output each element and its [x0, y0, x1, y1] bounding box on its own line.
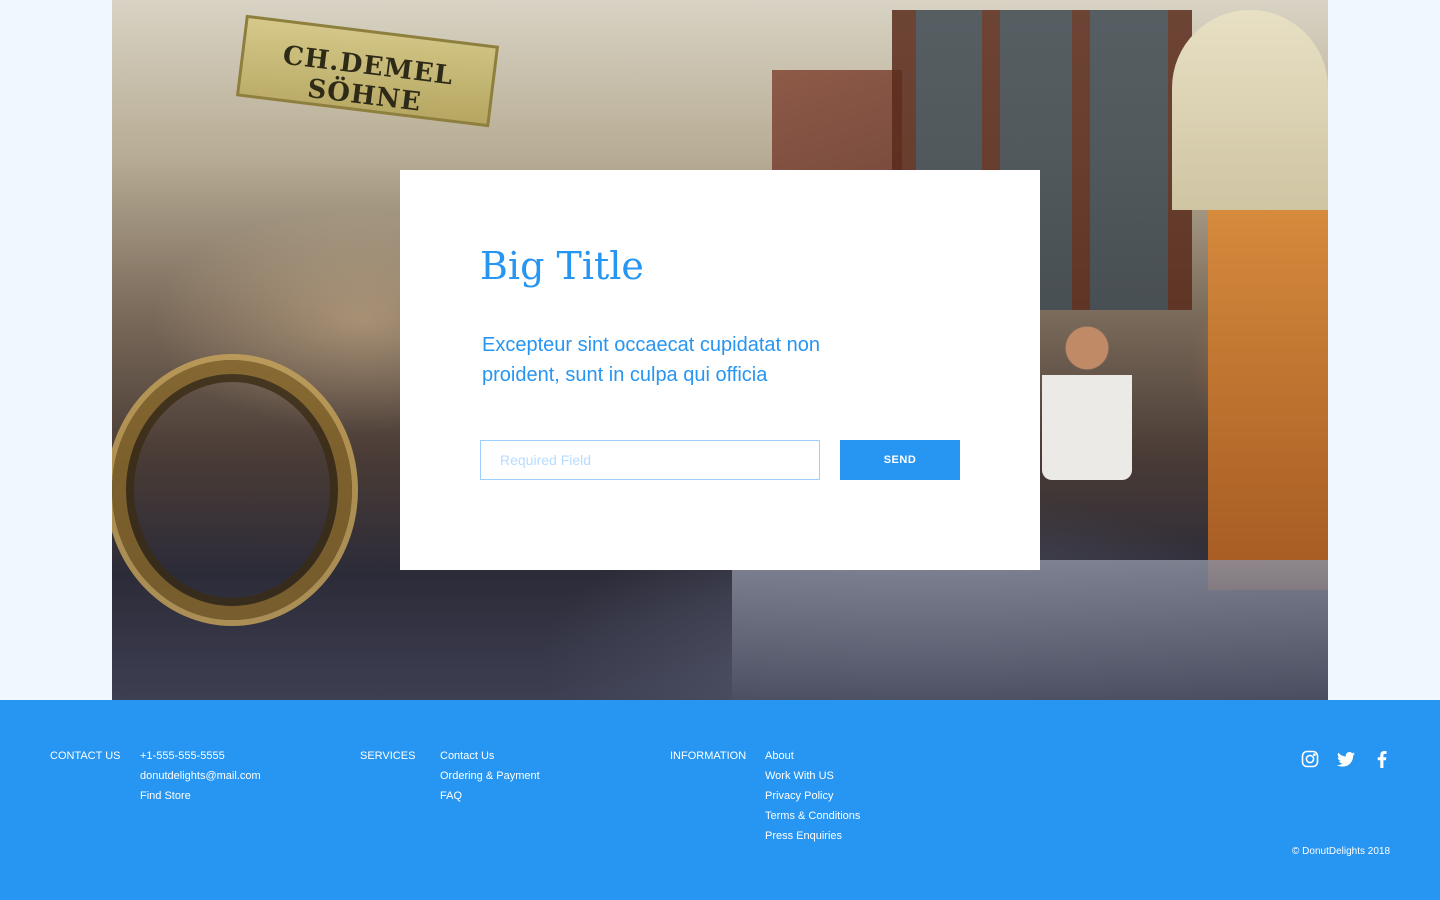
- shop-sign: CH.DEMEL SÖHNE: [235, 14, 500, 128]
- footer-heading-contact: CONTACT US: [50, 750, 121, 762]
- card-title: Big Title: [480, 244, 644, 288]
- footer-link-ordering-payment[interactable]: Ordering & Payment: [440, 770, 540, 790]
- signup-card: Big Title Excepteur sint occaecat cupida…: [400, 170, 1040, 570]
- lit-doorway: [1208, 210, 1328, 590]
- facebook-icon[interactable]: [1372, 750, 1392, 768]
- footer-link-privacy-policy[interactable]: Privacy Policy: [765, 790, 860, 810]
- shop-sign-text: CH.DEMEL SÖHNE: [281, 40, 456, 118]
- steel-counter: [732, 560, 1328, 700]
- arched-window: [1172, 10, 1328, 210]
- footer-email[interactable]: donutdelights@mail.com: [140, 770, 261, 790]
- footer-heading-services: SERVICES: [360, 750, 416, 762]
- footer-find-store[interactable]: Find Store: [140, 790, 261, 810]
- send-button[interactable]: SEND: [840, 440, 960, 480]
- footer-link-press[interactable]: Press Enquiries: [765, 830, 860, 850]
- footer-link-faq[interactable]: FAQ: [440, 790, 540, 810]
- site-footer: CONTACT US +1-555-555-5555 donutdelights…: [0, 700, 1440, 900]
- footer-link-contact-us[interactable]: Contact Us: [440, 750, 540, 770]
- required-field-input[interactable]: [480, 440, 820, 480]
- instagram-icon[interactable]: [1300, 750, 1320, 768]
- twitter-icon[interactable]: [1336, 750, 1356, 768]
- footer-link-about[interactable]: About: [765, 750, 860, 770]
- footer-link-work-with-us[interactable]: Work With US: [765, 770, 860, 790]
- footer-contact-list: +1-555-555-5555 donutdelights@mail.com F…: [140, 750, 261, 810]
- footer-information-list: About Work With US Privacy Policy Terms …: [765, 750, 860, 850]
- brass-scroll-ornament: [112, 360, 352, 620]
- footer-link-terms[interactable]: Terms & Conditions: [765, 810, 860, 830]
- footer-heading-information: INFORMATION: [670, 750, 747, 762]
- footer-services-list: Contact Us Ordering & Payment FAQ: [440, 750, 540, 810]
- baker-figure: [1042, 320, 1132, 480]
- footer-phone[interactable]: +1-555-555-5555: [140, 750, 261, 770]
- social-links: [1300, 750, 1392, 768]
- copyright-text: © DonutDelights 2018: [1292, 846, 1390, 857]
- card-description: Excepteur sint occaecat cupidatat non pr…: [482, 334, 820, 386]
